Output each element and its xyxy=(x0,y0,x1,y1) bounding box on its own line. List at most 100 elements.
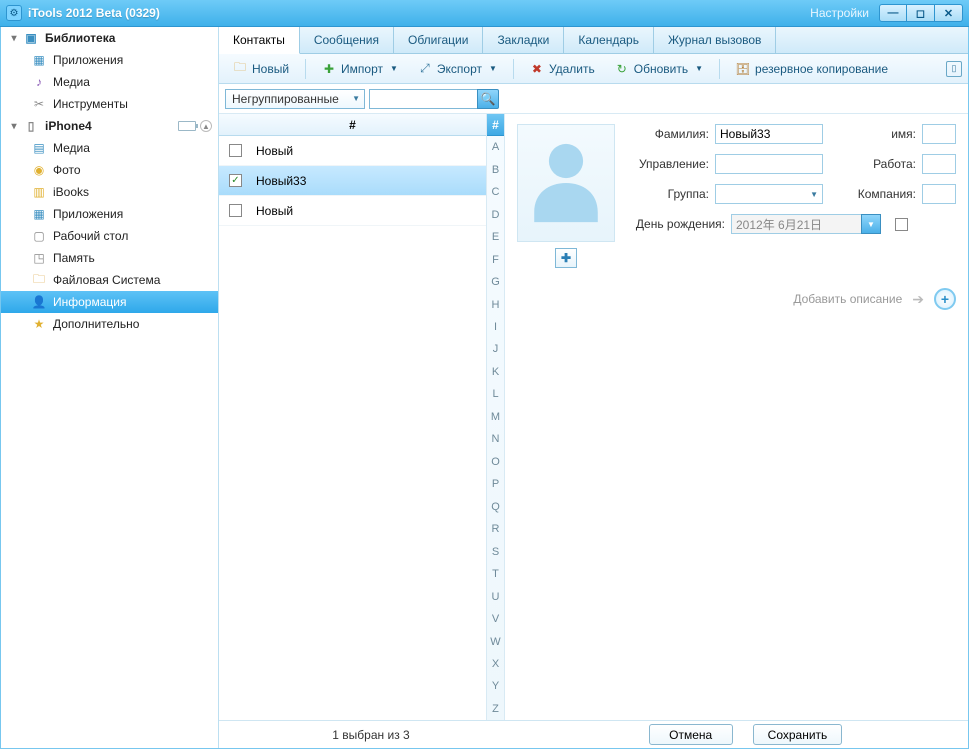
alpha-letter[interactable]: M xyxy=(487,406,504,428)
alpha-letter[interactable]: W xyxy=(487,630,504,652)
search-button[interactable]: 🔍 xyxy=(477,89,499,109)
company-label: Компания: xyxy=(854,187,916,201)
sidebar-dev-desktop[interactable]: ▢Рабочий стол xyxy=(1,225,218,247)
alpha-letter[interactable]: V xyxy=(487,608,504,630)
row-checkbox[interactable] xyxy=(229,204,242,217)
alpha-letter[interactable]: F xyxy=(487,248,504,270)
dept-label: Управление: xyxy=(629,157,709,171)
birthday-checkbox[interactable] xyxy=(895,218,908,231)
tab-calendar[interactable]: Календарь xyxy=(564,27,654,53)
sidebar-lib-tools[interactable]: ✂Инструменты xyxy=(1,93,218,115)
contact-row[interactable]: Новый xyxy=(219,136,486,166)
add-description-button[interactable]: + xyxy=(934,288,956,310)
tab-bookmarks[interactable]: Закладки xyxy=(483,27,564,53)
import-button[interactable]: ✚Импорт▼ xyxy=(314,58,406,80)
alpha-letter[interactable]: C xyxy=(487,181,504,203)
alpha-letter[interactable]: T xyxy=(487,563,504,585)
alpha-letter[interactable]: J xyxy=(487,338,504,360)
alpha-letter[interactable]: I xyxy=(487,316,504,338)
alpha-letter[interactable]: N xyxy=(487,428,504,450)
sidebar-dev-more[interactable]: ★Дополнительно xyxy=(1,313,218,335)
titlebar: ⚙ iTools 2012 Beta (0329) Настройки — ◻ … xyxy=(0,0,969,27)
tab-calllog[interactable]: Журнал вызовов xyxy=(654,27,776,53)
alpha-letter[interactable]: X xyxy=(487,653,504,675)
surname-input[interactable] xyxy=(715,124,823,144)
window-title: iTools 2012 Beta (0329) xyxy=(28,6,810,20)
sidebar-dev-photo[interactable]: ◉Фото xyxy=(1,159,218,181)
contact-name: Новый xyxy=(256,144,293,158)
sidebar-lib-media[interactable]: ♪Медиа xyxy=(1,71,218,93)
name-input[interactable] xyxy=(922,124,956,144)
refresh-button[interactable]: ↻Обновить▼ xyxy=(607,58,711,80)
backup-button[interactable]: 🗄резервное копирование xyxy=(728,58,896,80)
row-checkbox[interactable]: ✓ xyxy=(229,174,242,187)
alpha-letter[interactable]: O xyxy=(487,451,504,473)
export-button[interactable]: ⤢Экспорт▼ xyxy=(410,58,505,80)
tab-bonds[interactable]: Облигации xyxy=(394,27,483,53)
alpha-letter[interactable]: G xyxy=(487,271,504,293)
apps-icon: ▦ xyxy=(31,206,47,222)
apps-icon: ▦ xyxy=(31,52,47,68)
alpha-letter[interactable]: Q xyxy=(487,496,504,518)
cancel-button[interactable]: Отмена xyxy=(649,724,733,745)
refresh-icon: ↻ xyxy=(615,62,629,76)
save-button[interactable]: Сохранить xyxy=(753,724,843,745)
arrow-right-icon: ➔ xyxy=(912,291,924,308)
folder-icon: 🗀 xyxy=(31,272,47,288)
dept-input[interactable] xyxy=(715,154,823,174)
alpha-letter[interactable]: A xyxy=(487,136,504,158)
minimize-button[interactable]: — xyxy=(879,4,907,22)
battery-icon xyxy=(178,121,196,131)
tab-contacts[interactable]: Контакты xyxy=(219,27,300,54)
contact-row[interactable]: Новый xyxy=(219,196,486,226)
new-button[interactable]: 🗀Новый xyxy=(225,58,297,80)
sidebar-dev-apps[interactable]: ▦Приложения xyxy=(1,203,218,225)
row-checkbox[interactable] xyxy=(229,144,242,157)
sidebar-library[interactable]: ▾ ▣ Библиотека xyxy=(1,27,218,49)
close-button[interactable]: ✕ xyxy=(935,4,963,22)
alpha-letter[interactable]: D xyxy=(487,203,504,225)
backup-icon: 🗄 xyxy=(736,62,750,76)
sidebar-dev-memory[interactable]: ◳Память xyxy=(1,247,218,269)
alpha-letter[interactable]: Y xyxy=(487,675,504,697)
alpha-letter[interactable]: B xyxy=(487,158,504,180)
photo-icon: ◉ xyxy=(31,162,47,178)
alpha-letter[interactable]: U xyxy=(487,585,504,607)
birthday-picker-button[interactable]: ▼ xyxy=(861,214,881,234)
sidebar-lib-apps[interactable]: ▦Приложения xyxy=(1,49,218,71)
sidebar-device[interactable]: ▾ ▯ iPhone4 ▲ xyxy=(1,115,218,137)
alpha-letter[interactable]: E xyxy=(487,226,504,248)
person-icon: 👤 xyxy=(31,294,47,310)
tab-messages[interactable]: Сообщения xyxy=(300,27,394,53)
contact-row[interactable]: ✓Новый33 xyxy=(219,166,486,196)
delete-button[interactable]: ✖Удалить xyxy=(522,58,603,80)
maximize-button[interactable]: ◻ xyxy=(907,4,935,22)
sidebar-dev-ibooks[interactable]: ▥iBooks xyxy=(1,181,218,203)
chevron-down-icon: ▾ xyxy=(7,121,21,132)
job-input[interactable] xyxy=(922,154,956,174)
eject-button[interactable]: ▲ xyxy=(200,120,212,132)
device-toggle-button[interactable]: ▯ xyxy=(946,61,962,77)
settings-link[interactable]: Настройки xyxy=(810,6,869,20)
group-filter-select[interactable]: Негруппированные xyxy=(225,89,365,109)
alpha-letter[interactable]: K xyxy=(487,361,504,383)
search-input[interactable] xyxy=(369,89,477,109)
sidebar-dev-info[interactable]: 👤Информация xyxy=(1,291,218,313)
birthday-input[interactable] xyxy=(731,214,861,234)
alpha-index: # ABCDEFGHIJKLMNOPQRSTUVWXYZ xyxy=(486,114,504,720)
alpha-letter[interactable]: P xyxy=(487,473,504,495)
add-photo-button[interactable]: ✚ xyxy=(555,248,577,268)
alpha-letter[interactable]: L xyxy=(487,383,504,405)
sidebar-dev-media[interactable]: ▤Медиа xyxy=(1,137,218,159)
group-select[interactable] xyxy=(715,184,823,204)
alpha-letter[interactable]: S xyxy=(487,540,504,562)
alpha-letter[interactable]: R xyxy=(487,518,504,540)
alpha-letter[interactable]: H xyxy=(487,293,504,315)
add-description: Добавить описание ➔ + xyxy=(517,288,956,310)
tabs: Контакты Сообщения Облигации Закладки Ка… xyxy=(219,27,968,54)
sidebar-dev-filesystem[interactable]: 🗀Файловая Система xyxy=(1,269,218,291)
person-icon xyxy=(529,139,603,227)
company-input[interactable] xyxy=(922,184,956,204)
alpha-letter[interactable]: Z xyxy=(487,698,504,720)
alpha-index-header[interactable]: # xyxy=(487,114,504,136)
